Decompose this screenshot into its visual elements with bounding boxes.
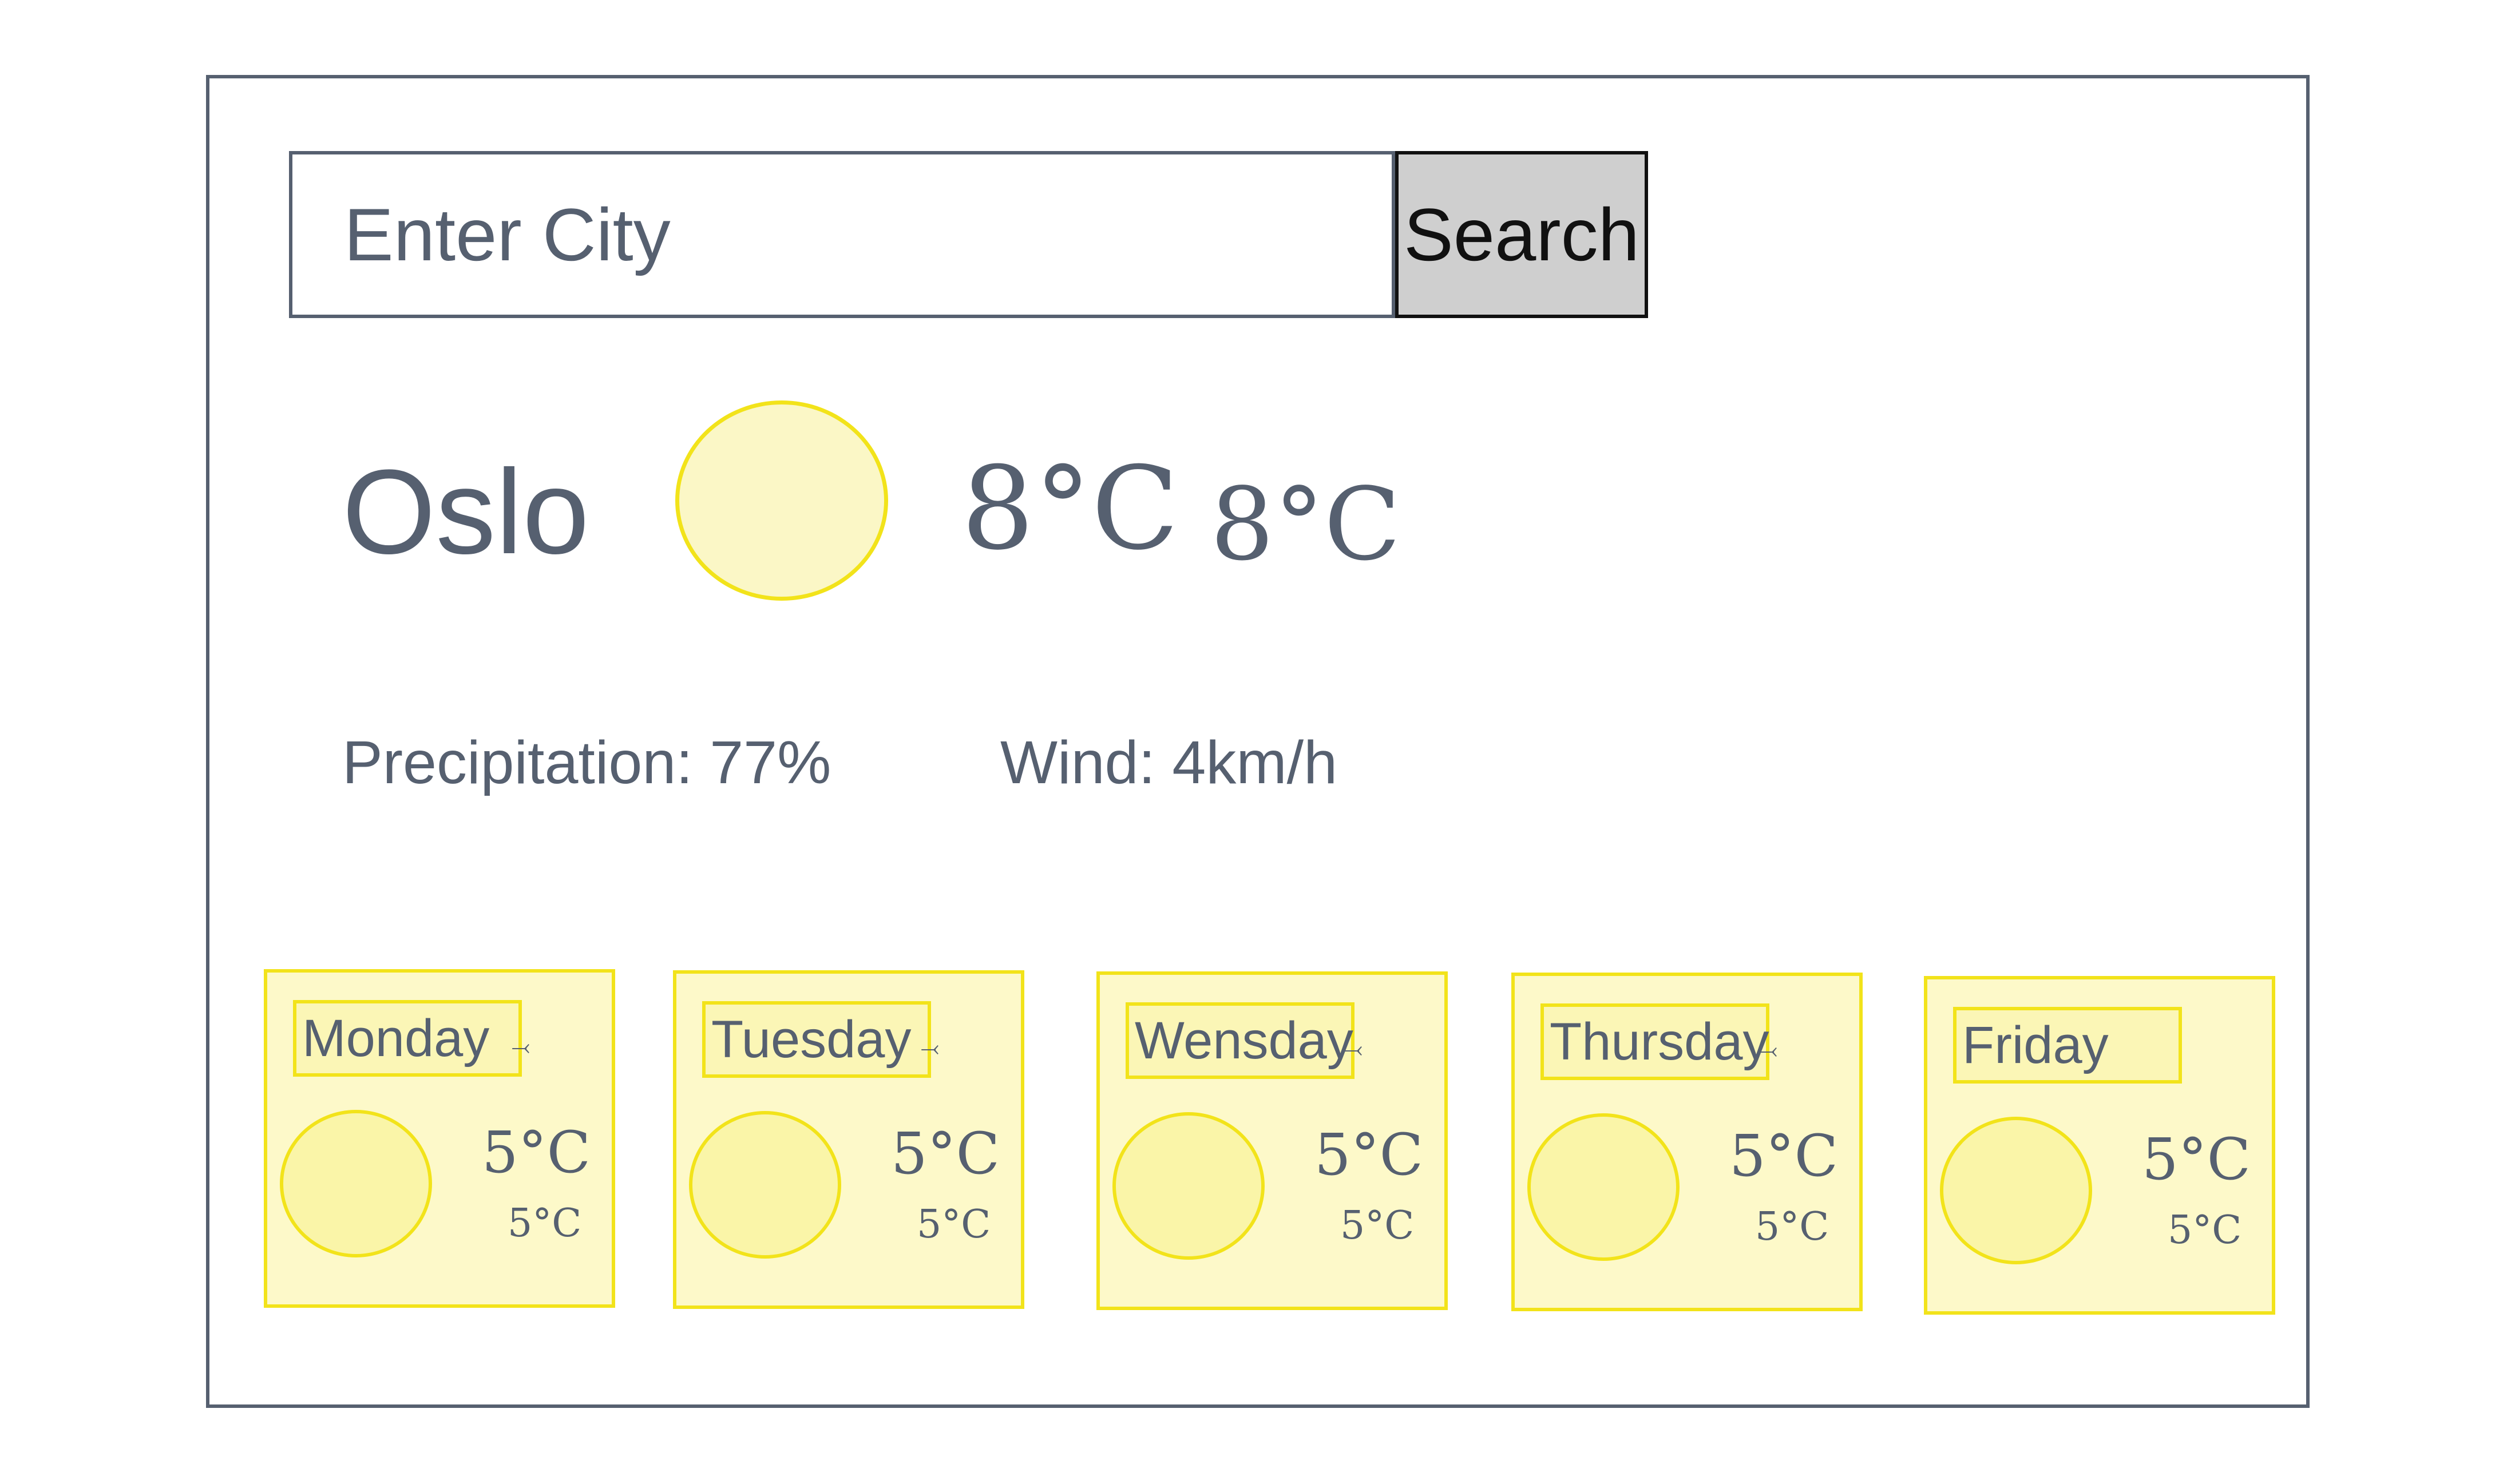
- wind-stat: Wind: 4km/h: [1000, 729, 1338, 796]
- forecast-card-wensday[interactable]: Wensday ⤙ 5°C 5°C: [1096, 971, 1448, 1310]
- city-name: Oslo: [342, 445, 589, 579]
- forecast-temp-high: 5°C: [1729, 1122, 1839, 1189]
- forecast-day-label: Thursday ⤙: [1540, 1003, 1777, 1080]
- forecast-temp-low: 5°C: [2168, 1208, 2242, 1253]
- current-temperature: 8°C: [961, 442, 1179, 576]
- forecast-card-monday[interactable]: Monday ⤙ 5°C 5°C: [264, 969, 615, 1308]
- forecast-temp-high: 5°C: [1314, 1121, 1424, 1188]
- forecast-card-thursday[interactable]: Thursday ⤙ 5°C 5°C: [1511, 973, 1863, 1311]
- search-button[interactable]: Search: [1395, 151, 1648, 318]
- forecast-temp-high: 5°C: [891, 1120, 1000, 1187]
- sun-icon: [1112, 1112, 1265, 1260]
- city-search-input[interactable]: [289, 151, 1395, 318]
- sun-icon: [1940, 1117, 2092, 1264]
- sun-icon: [675, 400, 888, 601]
- forecast-day-label: Tuesday ⤙: [702, 1001, 939, 1078]
- forecast-card-tuesday[interactable]: Tuesday ⤙ 5°C 5°C: [673, 970, 1024, 1309]
- pointer-tick-icon: ⤙: [1759, 1038, 1777, 1063]
- forecast-card-friday[interactable]: Friday 5°C 5°C: [1924, 976, 2275, 1315]
- forecast-day-label: Friday: [1953, 1007, 2182, 1084]
- sun-icon: [280, 1110, 432, 1257]
- forecast-temp-low: 5°C: [1755, 1204, 1829, 1249]
- forecast-day-label: Wensday ⤙: [1126, 1002, 1363, 1079]
- forecast-temp-high: 5°C: [482, 1119, 591, 1186]
- sun-icon: [689, 1111, 841, 1259]
- precipitation-stat: Precipitation: 77%: [342, 729, 831, 796]
- current-temperature-secondary: 8°C: [1210, 467, 1401, 583]
- forecast-day-label: Monday ⤙: [293, 1000, 530, 1077]
- forecast-temp-high: 5°C: [2142, 1126, 2251, 1193]
- forecast-temp-low: 5°C: [917, 1202, 991, 1247]
- pointer-tick-icon: ⤙: [921, 1035, 939, 1061]
- sun-icon: [1527, 1113, 1680, 1261]
- pointer-tick-icon: ⤙: [1344, 1037, 1363, 1062]
- forecast-temp-low: 5°C: [508, 1201, 582, 1246]
- pointer-tick-icon: ⤙: [512, 1034, 530, 1060]
- forecast-temp-low: 5°C: [1340, 1203, 1415, 1248]
